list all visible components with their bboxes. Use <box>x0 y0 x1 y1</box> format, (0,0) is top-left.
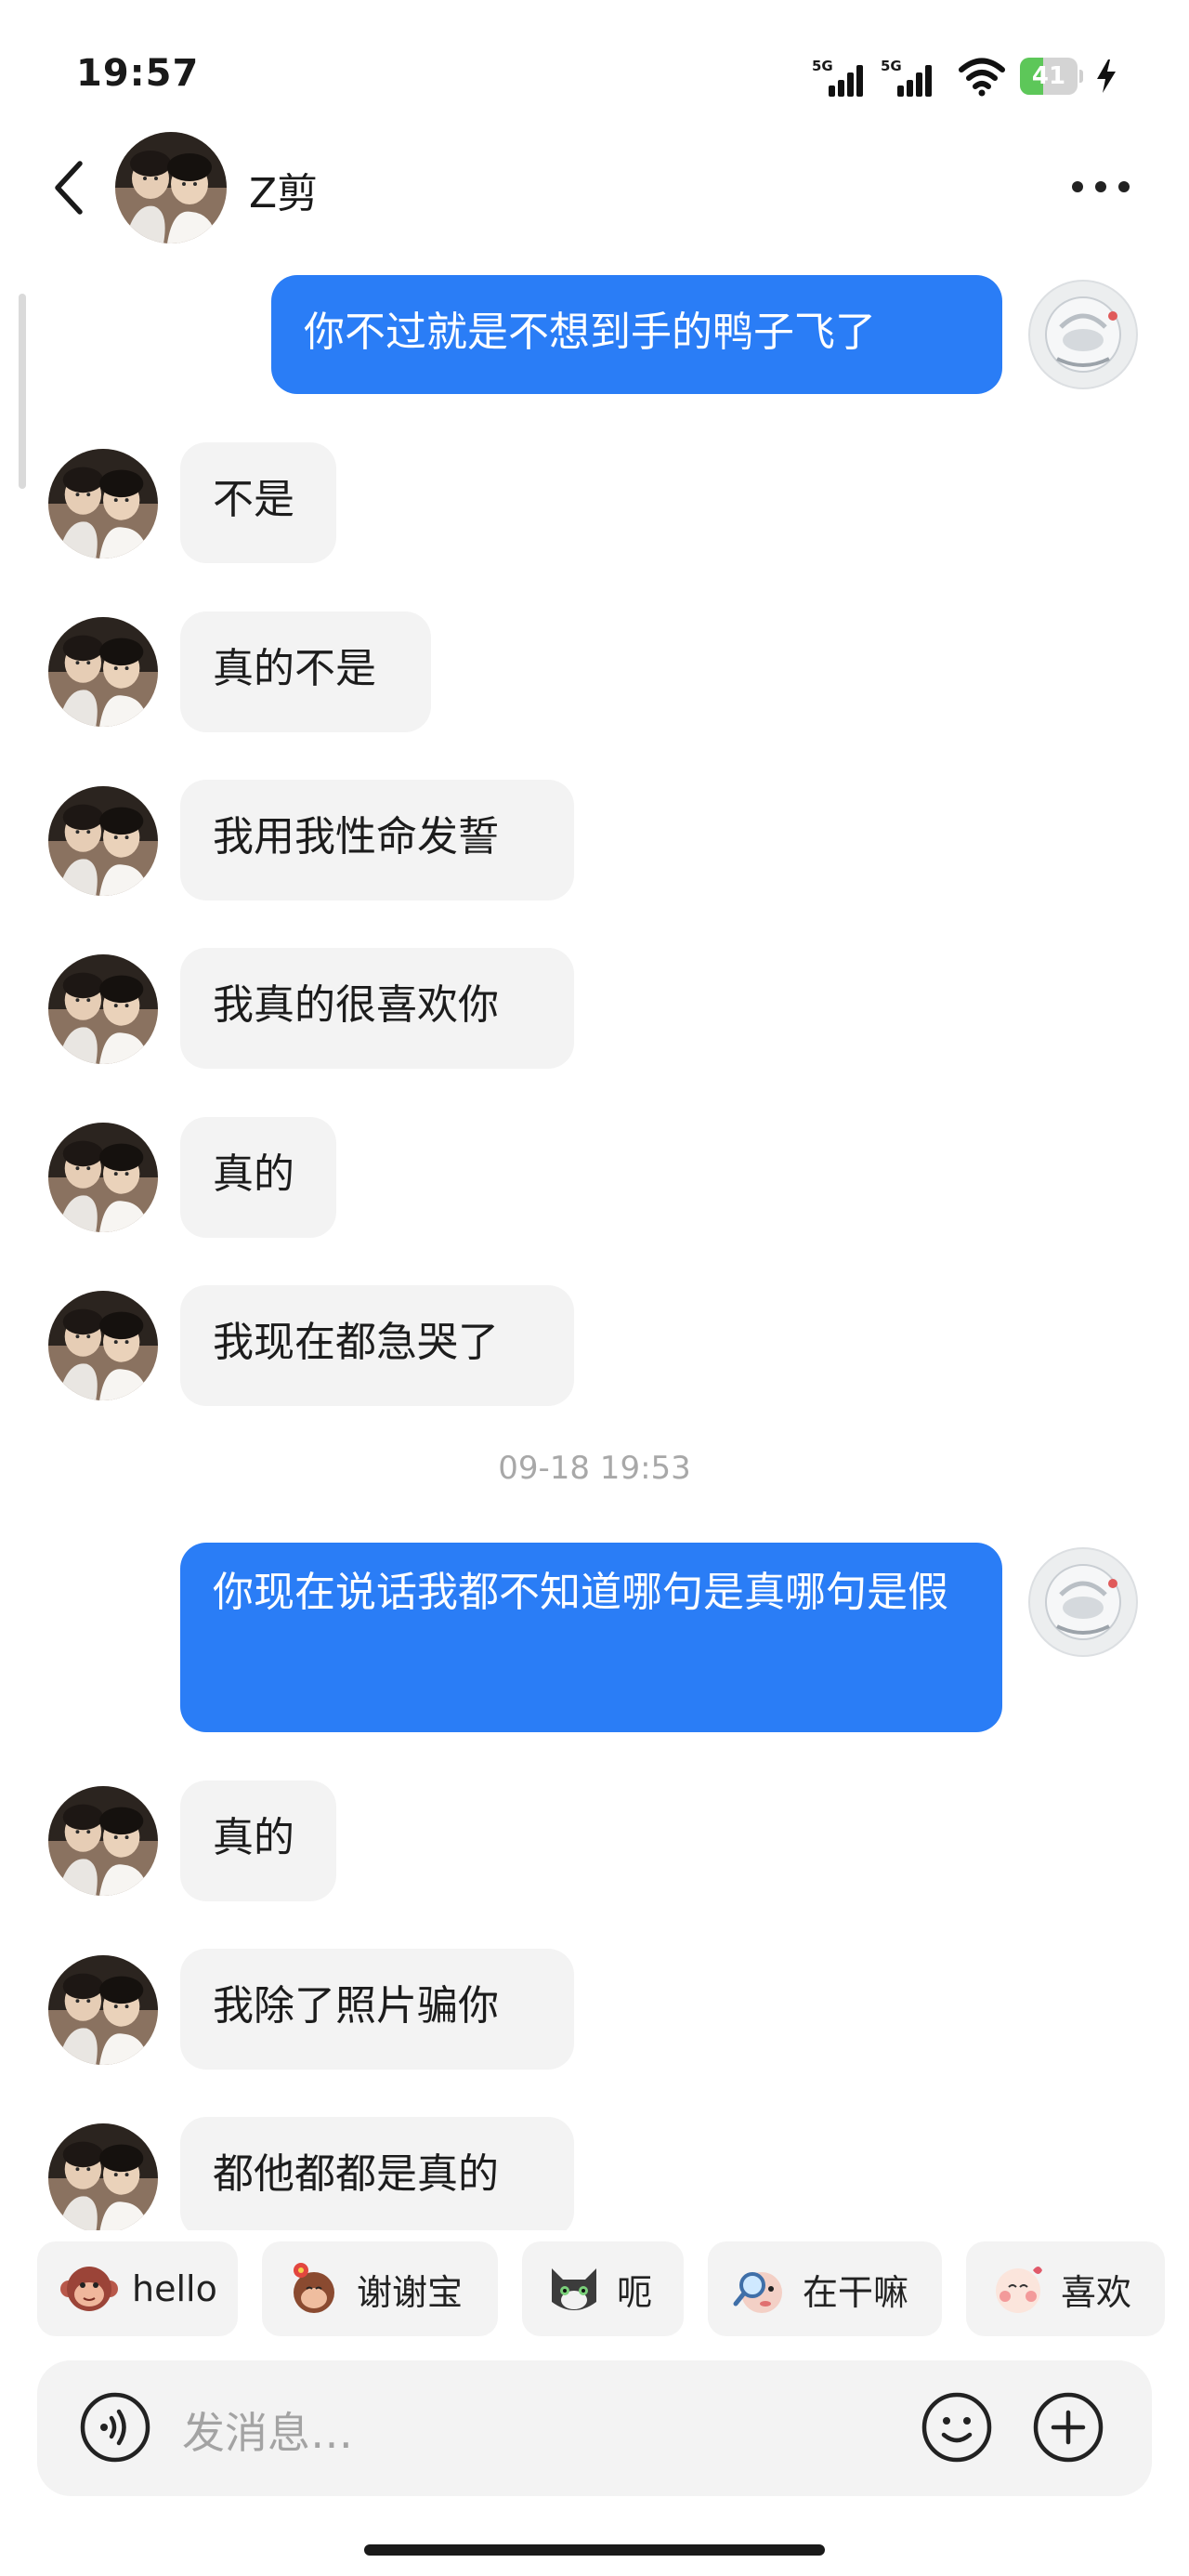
contact-avatar[interactable] <box>48 617 158 727</box>
quick-reply-chip[interactable]: 呃 <box>522 2241 684 2336</box>
incoming-message-bubble[interactable]: 我真的很喜欢你 <box>180 948 574 1069</box>
quick-reply-chip[interactable]: 在干嘛 <box>708 2241 942 2336</box>
add-more-icon[interactable] <box>1031 2390 1105 2464</box>
quick-reply-chip[interactable]: 谢谢宝 <box>262 2241 498 2336</box>
emoji-icon[interactable] <box>920 2390 994 2464</box>
status-time: 19:57 <box>76 52 200 95</box>
contact-avatar[interactable] <box>48 1955 158 2065</box>
network-type-label: 5G <box>881 58 902 74</box>
home-indicator[interactable] <box>364 2544 825 2556</box>
message-input[interactable]: 发消息… <box>182 2399 353 2461</box>
quick-reply-label: 呃 <box>617 2271 653 2313</box>
magnifier-sticker-icon <box>733 2272 782 2313</box>
back-arrow-icon[interactable] <box>50 158 87 217</box>
incoming-message-bubble[interactable]: 我除了照片骗你 <box>180 1949 574 2070</box>
flower-monkey-sticker-icon <box>294 2263 334 2313</box>
my-avatar[interactable] <box>1027 279 1139 390</box>
charging-bolt-icon <box>1097 59 1116 93</box>
monkey-sticker-icon <box>60 2267 118 2311</box>
cellular-signal-icon: 5G <box>812 58 866 97</box>
incoming-message-bubble[interactable]: 我现在都急哭了 <box>180 1285 574 1406</box>
contact-avatar[interactable] <box>48 1123 158 1232</box>
contact-avatar[interactable] <box>115 132 227 243</box>
incoming-message-bubble[interactable]: 不是 <box>180 442 336 563</box>
contact-avatar[interactable] <box>48 449 158 559</box>
quick-reply-label: hello <box>132 2268 217 2309</box>
wifi-icon <box>959 58 1005 97</box>
contact-avatar[interactable] <box>48 786 158 896</box>
outgoing-message-bubble[interactable]: 你现在说话我都不知道哪句是真哪句是假 <box>180 1543 1002 1732</box>
contact-avatar[interactable] <box>48 1291 158 1400</box>
outgoing-message-bubble[interactable]: 你不过就是不想到手的鸭子飞了 <box>271 275 1002 394</box>
cat-sticker-icon <box>552 2268 596 2310</box>
incoming-message-bubble[interactable]: 真的不是 <box>180 611 431 732</box>
blush-sticker-icon <box>996 2267 1042 2313</box>
network-type-label: 5G <box>812 58 833 74</box>
incoming-message-bubble[interactable]: 真的 <box>180 1117 336 1238</box>
more-options-icon[interactable] <box>1068 173 1133 201</box>
quick-reply-label: 喜欢 <box>1061 2271 1132 2313</box>
battery-level: 41 <box>1031 62 1066 90</box>
quick-reply-label: 谢谢宝 <box>357 2271 464 2313</box>
quick-reply-chip[interactable]: hello <box>37 2241 238 2336</box>
contact-avatar[interactable] <box>48 2123 158 2233</box>
incoming-message-bubble[interactable]: 我用我性命发誓 <box>180 780 574 900</box>
contact-name[interactable]: Z剪 <box>249 160 318 219</box>
quick-reply-label: 在干嘛 <box>803 2271 909 2313</box>
battery-indicator: 41 <box>1020 58 1085 95</box>
incoming-message-bubble[interactable]: 真的 <box>180 1781 336 1901</box>
message-timestamp: 09-18 19:53 <box>498 1450 691 1487</box>
quick-reply-chip[interactable]: 喜欢 <box>966 2241 1165 2336</box>
my-avatar[interactable] <box>1027 1546 1139 1658</box>
scrollbar[interactable] <box>19 294 26 489</box>
quick-reply-bar: hello 谢谢宝 呃 在干嘛 喜欢 <box>0 2230 1189 2342</box>
contact-avatar[interactable] <box>48 954 158 1064</box>
incoming-message-bubble[interactable]: 都他都都是真的 <box>180 2117 574 2238</box>
voice-input-icon[interactable] <box>78 2390 152 2464</box>
cellular-signal-icon: 5G <box>881 58 934 97</box>
contact-avatar[interactable] <box>48 1786 158 1896</box>
